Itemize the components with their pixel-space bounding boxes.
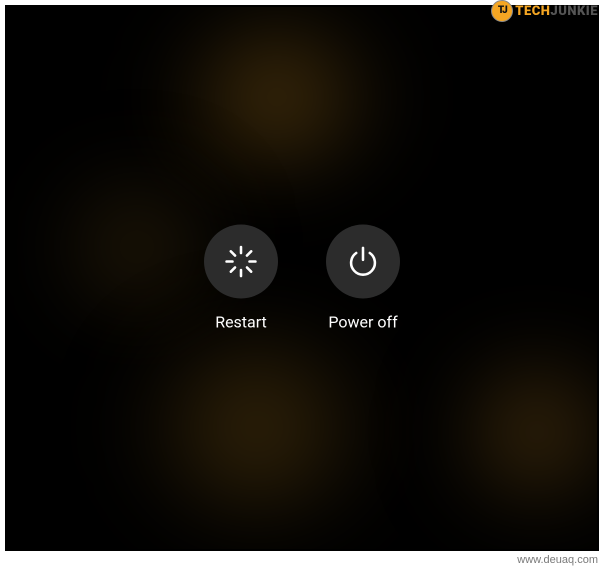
techjunkie-watermark: TJ TECH JUNKIE xyxy=(491,0,598,22)
restart-button[interactable]: Restart xyxy=(204,225,278,332)
source-url-watermark: www.deuaq.com xyxy=(517,554,598,566)
bg-blob xyxy=(447,347,599,517)
power-menu: Restart Power off xyxy=(204,225,400,332)
restart-label: Restart xyxy=(215,313,267,332)
techjunkie-logo-text: TECH JUNKIE xyxy=(515,4,598,19)
bg-blob xyxy=(157,17,397,177)
bg-blob xyxy=(47,167,227,327)
brand-part-2: JUNKIE xyxy=(550,4,598,19)
screenshot-frame: Restart Power off xyxy=(5,5,599,551)
brand-part-1: TECH xyxy=(515,4,550,19)
restart-circle xyxy=(204,225,278,299)
restart-spinner-icon xyxy=(224,245,258,279)
bg-blob xyxy=(127,327,387,527)
power-off-circle xyxy=(326,225,400,299)
power-off-button[interactable]: Power off xyxy=(326,225,400,332)
badge-text: TJ xyxy=(498,6,507,16)
power-off-label: Power off xyxy=(328,313,397,332)
power-icon xyxy=(346,245,380,279)
techjunkie-badge-icon: TJ xyxy=(491,0,513,22)
